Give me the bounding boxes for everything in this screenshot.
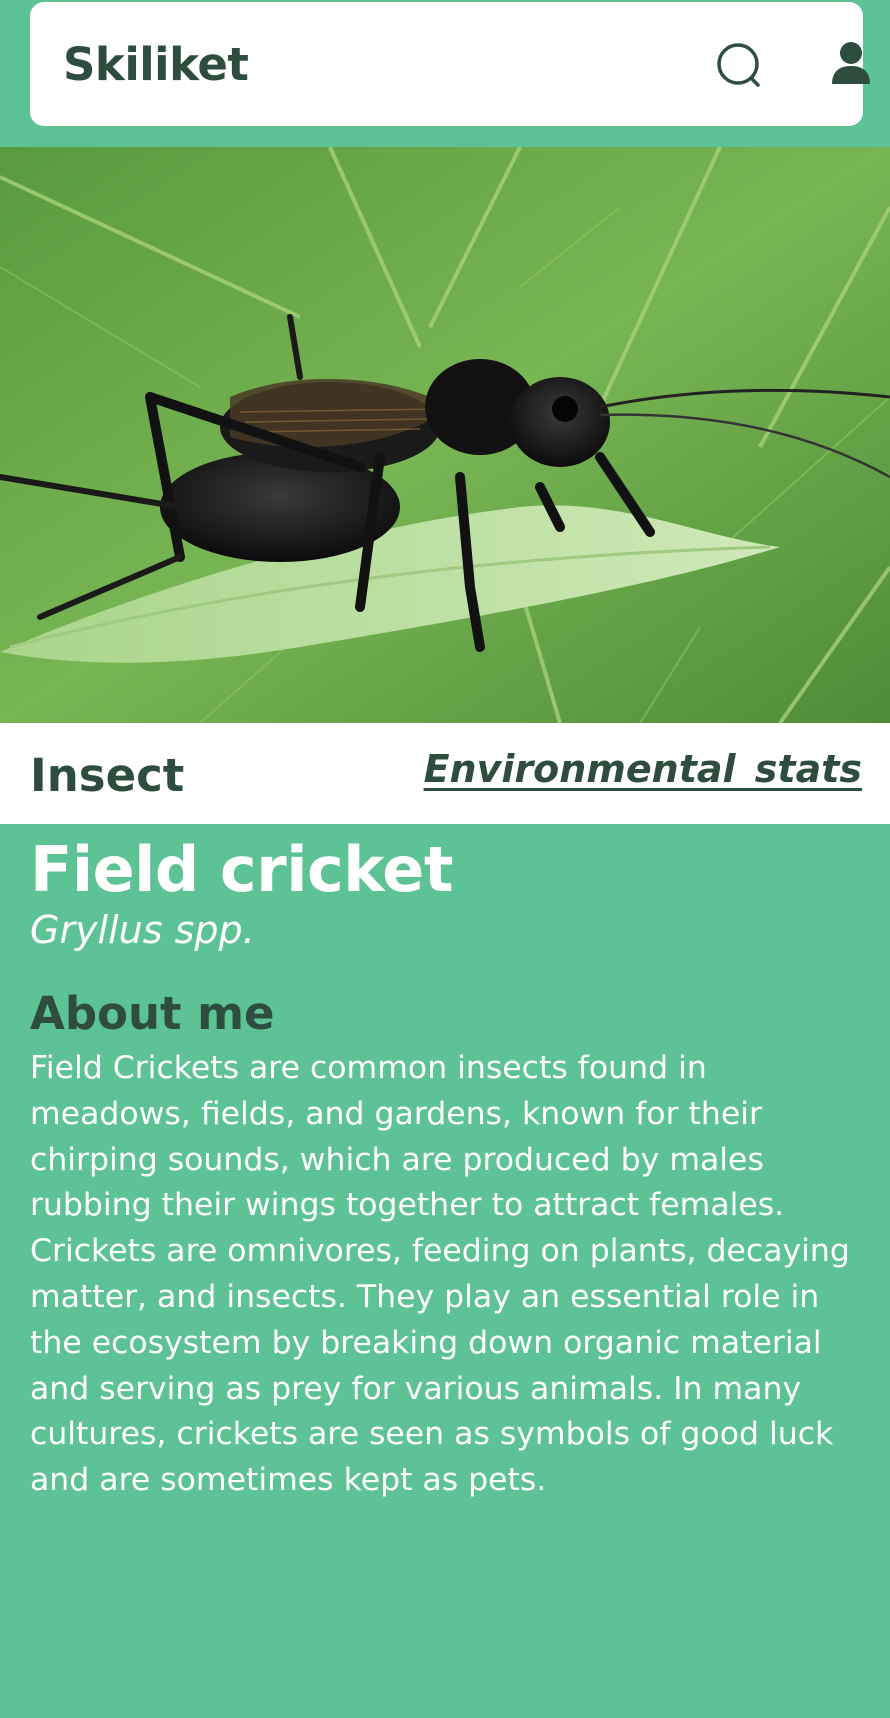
category-label: Insect (30, 749, 185, 802)
search-button[interactable] (712, 38, 768, 94)
about-heading: About me (30, 987, 275, 1040)
species-details: Field cricket Gryllus spp. About me Fiel… (30, 834, 860, 1504)
species-photo (0, 147, 890, 723)
category-bar: Insect Environmental stats (0, 723, 890, 824)
profile-button[interactable] (826, 38, 876, 94)
search-icon (717, 43, 760, 87)
user-icon (832, 42, 870, 84)
species-scientific-name: Gryllus spp. (30, 908, 255, 952)
top-bar: Skiliket (0, 0, 890, 147)
header-card: Skiliket (30, 2, 870, 126)
about-description: Field Crickets are common insects found … (30, 1050, 850, 1499)
environmental-stats-link[interactable]: Environmental stats (424, 747, 862, 791)
species-common-name: Field cricket (30, 833, 453, 906)
app-title: Skiliket (63, 38, 249, 91)
